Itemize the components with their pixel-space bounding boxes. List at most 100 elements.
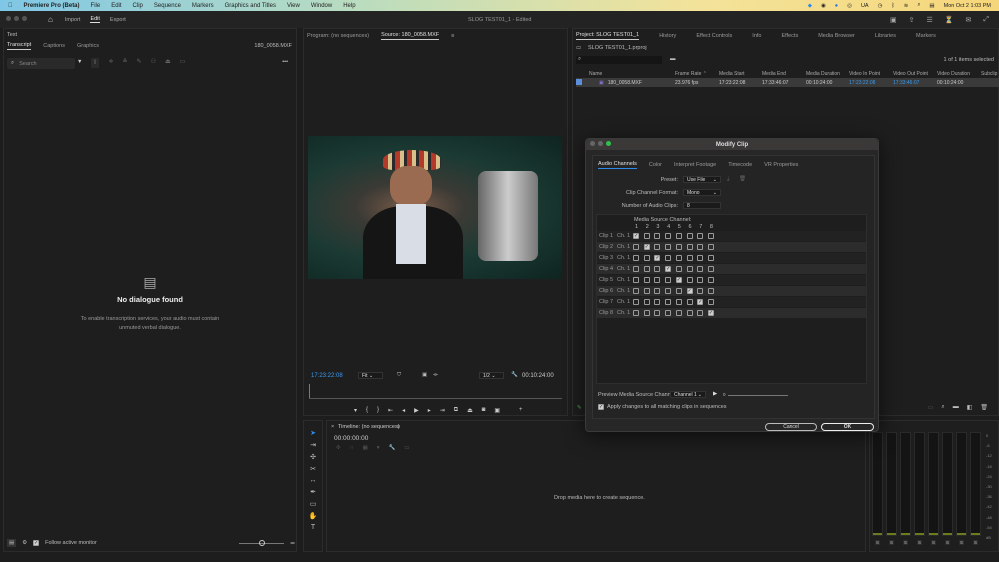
search-input[interactable]: Search <box>19 61 36 67</box>
channel-checkbox[interactable] <box>633 299 639 305</box>
channel-checkbox[interactable] <box>654 233 660 239</box>
tab-captions[interactable]: Captions <box>43 43 65 49</box>
menu-help[interactable]: Help <box>343 3 355 9</box>
channel-checkbox[interactable]: ✓ <box>687 288 693 294</box>
format-select[interactable]: Mono⌄ <box>683 189 721 196</box>
resolution-select[interactable]: 1/2 ⌄ <box>479 372 504 379</box>
filter-icon[interactable]: ▼ <box>77 59 82 65</box>
channel-checkbox[interactable]: ✓ <box>633 233 639 239</box>
col-video-out[interactable]: Video Out Point <box>893 70 937 78</box>
ripple-edit-icon[interactable]: ✣ <box>310 453 316 461</box>
trash-icon[interactable]: 🗑 <box>980 404 988 411</box>
channel-checkbox[interactable] <box>697 288 703 294</box>
solo-button[interactable]: S <box>889 540 894 545</box>
clock-icon[interactable]: ◷ <box>878 3 883 9</box>
cell-video-in[interactable]: 17:23:22:08 <box>849 78 893 87</box>
channel-checkbox[interactable] <box>708 277 714 283</box>
channel-checkbox[interactable] <box>654 266 660 272</box>
nav-edit[interactable]: Edit <box>90 16 99 23</box>
tab-effect-controls[interactable]: Effect Controls <box>696 33 732 39</box>
scrub-bar[interactable] <box>309 398 562 399</box>
channel-checkbox[interactable] <box>665 288 671 294</box>
add-button-icon[interactable]: + <box>519 407 523 414</box>
channel-checkbox[interactable] <box>644 277 650 283</box>
channel-checkbox[interactable] <box>654 277 660 283</box>
menu-file[interactable]: File <box>91 3 101 9</box>
more-icon[interactable]: ••• <box>282 59 288 65</box>
channel-checkbox[interactable] <box>676 299 682 305</box>
save-preset-icon[interactable]: ⤓ <box>727 176 729 183</box>
tab-vr-properties[interactable]: VR Properties <box>764 162 798 168</box>
delete-preset-icon[interactable]: 🗑 <box>739 176 746 182</box>
status-dot-icon[interactable]: ● <box>835 3 838 9</box>
share-icon[interactable]: ⇪ <box>909 16 915 24</box>
channel-checkbox[interactable] <box>644 299 650 305</box>
solo-button[interactable]: S <box>931 540 936 545</box>
tab-program[interactable]: Program: (no sequences) <box>307 33 369 39</box>
speaker-icon[interactable]: ⚇ <box>151 58 156 68</box>
tab-timecode[interactable]: Timecode <box>728 162 752 168</box>
channel-checkbox[interactable] <box>697 244 703 250</box>
cancel-button[interactable]: Cancel <box>765 423 817 431</box>
go-to-out-icon[interactable]: ⇥ <box>440 407 445 414</box>
channel-checkbox[interactable]: ✓ <box>697 299 703 305</box>
panel-menu-icon[interactable]: ≡ <box>451 33 454 39</box>
table-row[interactable]: ▣180_0058.MXF 23.976 fps 17:23:22:08 17:… <box>576 78 999 87</box>
num-clips-input[interactable]: 8 <box>683 202 721 209</box>
source-timecode[interactable]: 17:23:22:08 <box>311 373 343 379</box>
compare-icon[interactable]: ▣ <box>494 407 500 414</box>
label-color[interactable] <box>576 79 582 85</box>
tab-info[interactable]: Info <box>752 33 761 39</box>
fit-select[interactable]: Fit ⌄ <box>358 372 383 379</box>
channel-checkbox[interactable] <box>665 233 671 239</box>
channel-checkbox[interactable] <box>644 255 650 261</box>
tab-project[interactable]: Project: SLOG TEST01_1 <box>576 32 639 40</box>
pen-icon[interactable]: ✒ <box>310 488 316 496</box>
channel-checkbox[interactable] <box>633 244 639 250</box>
feedback-icon[interactable]: ✉ <box>966 16 972 24</box>
channel-checkbox[interactable] <box>633 310 639 316</box>
channel-checkbox[interactable] <box>708 299 714 305</box>
menu-graphics[interactable]: Graphics and Titles <box>225 3 276 9</box>
window-controls[interactable] <box>6 16 30 23</box>
tab-color[interactable]: Color <box>649 162 662 168</box>
freeform-icon[interactable]: ▭ <box>928 404 934 411</box>
solo-button[interactable]: S <box>959 540 964 545</box>
wifi-icon[interactable]: ≋ <box>904 3 909 9</box>
merge-up-icon[interactable]: ≑ <box>108 58 113 68</box>
window-controls[interactable] <box>590 141 614 148</box>
channel-checkbox[interactable] <box>676 288 682 294</box>
apple-icon[interactable]:  <box>8 3 13 9</box>
pencil-icon[interactable]: ✎ <box>577 405 582 411</box>
channel-checkbox[interactable] <box>665 255 671 261</box>
menu-sequence[interactable]: Sequence <box>154 3 181 9</box>
channel-checkbox[interactable] <box>708 288 714 294</box>
col-frame-rate[interactable]: Frame Rate ⌃ <box>675 70 719 78</box>
apply-checkbox[interactable]: ✓ <box>598 404 604 410</box>
channel-checkbox[interactable]: ✓ <box>676 277 682 283</box>
channel-checkbox[interactable] <box>676 266 682 272</box>
audio-icon[interactable]: ⟛ <box>433 372 438 379</box>
channel-checkbox[interactable]: ✓ <box>665 266 671 272</box>
channel-checkbox[interactable] <box>676 233 682 239</box>
channel-checkbox[interactable] <box>676 255 682 261</box>
home-icon[interactable]: ⌂ <box>48 15 53 24</box>
nest-icon[interactable]: ▦ <box>363 445 368 451</box>
channel-checkbox[interactable] <box>665 277 671 283</box>
channel-checkbox[interactable] <box>644 233 650 239</box>
tab-markers[interactable]: Markers <box>916 33 936 39</box>
track-select-icon[interactable]: ⇥ <box>310 441 316 449</box>
channel-checkbox[interactable] <box>687 299 693 305</box>
col-name[interactable]: Name <box>589 70 675 78</box>
tab-effects[interactable]: Effects <box>781 33 798 39</box>
solo-button[interactable]: S <box>875 540 880 545</box>
menu-markers[interactable]: Markers <box>192 3 214 9</box>
overwrite-icon[interactable]: ⏏ <box>467 407 473 414</box>
preview-scrubber[interactable] <box>728 395 788 396</box>
channel-checkbox[interactable] <box>654 310 660 316</box>
marker-icon[interactable]: ▾ <box>354 407 357 414</box>
tab-graphics[interactable]: Graphics <box>77 43 99 49</box>
play-icon[interactable]: ▶ <box>414 407 419 414</box>
new-bin-icon[interactable]: ▬ <box>670 56 676 62</box>
merge-down-icon[interactable]: ≚ <box>123 58 128 68</box>
